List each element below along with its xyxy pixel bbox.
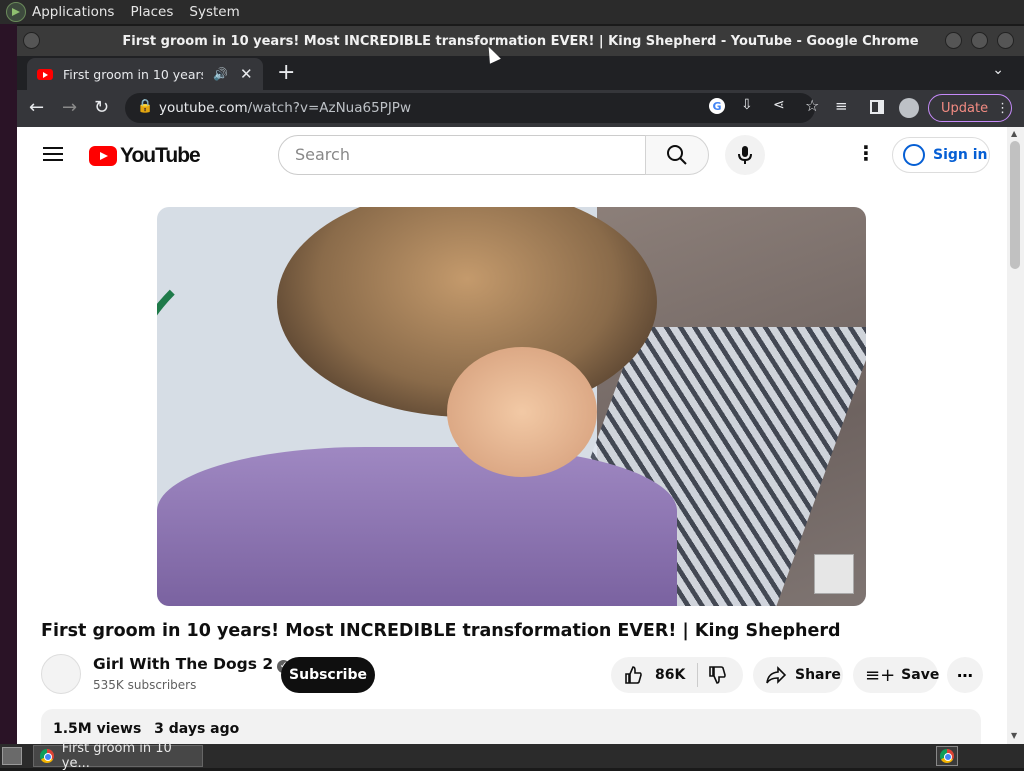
channel-watermark-icon[interactable] [814, 554, 854, 594]
description-box[interactable]: 1.5M views 3 days ago [41, 709, 981, 744]
youtube-logo[interactable]: YouTube [89, 144, 201, 168]
account-circle-icon [903, 144, 925, 166]
back-icon[interactable]: ← [29, 97, 44, 118]
bottom-taskbar: First groom in 10 ye... [0, 741, 1024, 771]
address-bar[interactable]: 🔒 youtube.com/watch?v=AzNua65PJPw G ⇩ ⋖ … [125, 93, 819, 123]
url-text[interactable]: youtube.com/watch?v=AzNua65PJPw [159, 100, 411, 116]
hamburger-menu-icon[interactable] [43, 147, 63, 161]
view-count: 1.5M views [53, 721, 142, 737]
scrollbar-thumb[interactable] [1010, 141, 1020, 269]
profile-avatar-icon[interactable] [899, 98, 919, 118]
more-actions-icon[interactable]: ⋯ [947, 657, 983, 693]
chrome-icon [40, 749, 54, 763]
bookmark-star-icon[interactable]: ☆ [805, 96, 819, 115]
subscriber-count: 535K subscribers [93, 678, 197, 692]
tab-search-chevron-icon[interactable]: ⌄ [992, 62, 1004, 78]
window-title: First groom in 10 years! Most INCREDIBLE… [122, 33, 919, 49]
audio-playing-icon[interactable]: 🔊 [213, 67, 228, 81]
minimize-icon[interactable] [945, 32, 962, 49]
forward-icon[interactable]: → [62, 97, 77, 118]
window-menu-icon[interactable] [23, 32, 40, 49]
new-tab-icon[interactable]: + [277, 60, 295, 85]
desktop-background [0, 24, 17, 744]
tab-title: First groom in 10 years! Most INCREDIBLE… [63, 66, 203, 82]
scroll-down-icon[interactable]: ▼ [1011, 731, 1017, 740]
youtube-page: YouTube Search ⋮ Sign in First groom in … [17, 127, 1007, 744]
workspace-chrome-icon[interactable] [936, 746, 958, 766]
page-scrollbar[interactable]: ▲ ▼ [1007, 127, 1024, 744]
tab-youtube[interactable]: First groom in 10 years! Most INCREDIBLE… [27, 58, 263, 90]
search-icon [667, 145, 687, 165]
google-lens-icon[interactable]: G [709, 98, 725, 114]
close-window-icon[interactable] [997, 32, 1014, 49]
video-hands-region [447, 347, 597, 477]
update-label: Update [941, 100, 989, 116]
search-input[interactable]: Search [278, 135, 646, 175]
share-label: Share [795, 667, 841, 683]
top-panel: Applications Places System [0, 0, 1024, 24]
sign-in-label: Sign in [933, 147, 988, 163]
install-app-icon[interactable]: ⇩ [741, 97, 753, 113]
upload-age: 3 days ago [154, 721, 240, 737]
system-menu[interactable]: System [189, 4, 239, 20]
reading-list-icon[interactable]: ≡ [835, 97, 848, 115]
video-title: First groom in 10 years! Most INCREDIBLE… [41, 621, 841, 641]
youtube-header: YouTube Search ⋮ Sign in [17, 127, 1007, 183]
tab-strip: First groom in 10 years! Most INCREDIBLE… [17, 56, 1024, 90]
microphone-icon [738, 146, 752, 164]
scroll-up-icon[interactable]: ▲ [1011, 129, 1017, 138]
youtube-favicon-icon [37, 68, 53, 80]
taskbar-item-label: First groom in 10 ye... [61, 741, 172, 771]
youtube-wordmark: YouTube [120, 144, 201, 167]
like-dislike-group: 86K [611, 657, 743, 693]
distro-logo-icon[interactable] [6, 2, 26, 22]
settings-kebab-icon[interactable]: ⋮ [856, 141, 876, 165]
applications-menu[interactable]: Applications [32, 4, 114, 20]
like-divider [697, 663, 698, 687]
subscribe-button[interactable]: Subscribe [281, 657, 375, 693]
share-arrow-icon [766, 666, 787, 684]
like-count: 86K [655, 667, 686, 683]
save-label: Save [901, 667, 940, 683]
video-player[interactable] [157, 207, 866, 606]
close-tab-icon[interactable]: ✕ [240, 65, 253, 83]
channel-name[interactable]: Girl With The Dogs 2✓ [93, 655, 291, 673]
chrome-menu-icon[interactable]: ⋮ [996, 101, 1009, 116]
voice-search-button[interactable] [725, 135, 765, 175]
share-page-icon[interactable]: ⋖ [773, 97, 785, 113]
sign-in-button[interactable]: Sign in [892, 137, 990, 173]
search-button[interactable] [645, 135, 709, 175]
show-desktop-icon[interactable] [2, 747, 22, 765]
lock-icon[interactable]: 🔒 [137, 99, 153, 114]
save-button[interactable]: ≡+ Save [853, 657, 940, 693]
side-panel-icon[interactable] [870, 100, 884, 114]
maximize-icon[interactable] [971, 32, 988, 49]
chrome-icon [940, 749, 954, 763]
taskbar-chrome-window[interactable]: First groom in 10 ye... [33, 741, 203, 771]
update-button[interactable]: Update ⋮ [928, 94, 1012, 122]
thumbs-up-icon [625, 666, 642, 684]
youtube-play-logo-icon [89, 146, 117, 166]
like-button[interactable]: 86K [623, 665, 685, 685]
browser-toolbar: ← → ↻ 🔒 youtube.com/watch?v=AzNua65PJPw … [17, 90, 1024, 127]
share-button[interactable]: Share [753, 657, 843, 693]
dislike-button[interactable] [707, 665, 727, 689]
add-to-playlist-icon: ≡+ [865, 664, 896, 686]
chrome-window: First groom in 10 years! Most INCREDIBLE… [17, 26, 1024, 744]
reload-icon[interactable]: ↻ [94, 97, 109, 118]
thumbs-down-icon [709, 666, 726, 684]
places-menu[interactable]: Places [130, 4, 173, 20]
channel-avatar[interactable] [41, 654, 81, 694]
video-person-region [157, 447, 677, 606]
window-titlebar[interactable]: First groom in 10 years! Most INCREDIBLE… [17, 26, 1024, 56]
